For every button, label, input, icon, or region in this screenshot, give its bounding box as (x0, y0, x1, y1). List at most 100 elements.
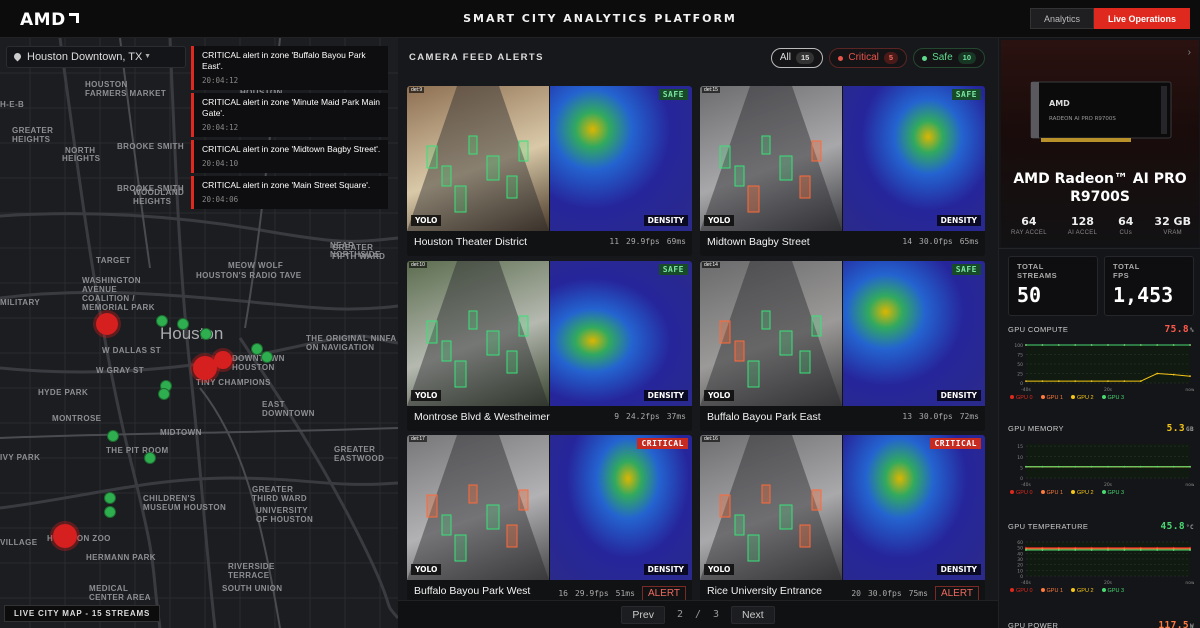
map-place-label: VILLAGE (0, 538, 38, 547)
view-tabs: Analytics Live Operations (1029, 8, 1190, 29)
map-marker-safe[interactable] (107, 430, 119, 442)
kpi-value: 50 (1017, 283, 1042, 307)
tab-live-operations[interactable]: Live Operations (1093, 8, 1190, 29)
kpi-label: TOTAL STREAMS (1017, 262, 1058, 280)
alert-time: 20:04:12 (202, 76, 239, 85)
gpu-name: AMD Radeon™ AI PRO R9700S (1013, 171, 1187, 205)
camera-density-view (843, 435, 985, 580)
series-point (1025, 549, 1027, 551)
detection-box (486, 330, 500, 356)
legend-item: GPU 0 (1010, 490, 1033, 496)
series-point (1074, 344, 1077, 346)
detection-box-alert (761, 484, 771, 504)
detection-box-alert (468, 484, 478, 504)
camera-card[interactable]: det:10 SAFE YOLO DENSITY Montrose Blvd & Wes… (407, 261, 692, 431)
next-page-button[interactable]: Next (731, 605, 775, 624)
series-point (1107, 549, 1109, 551)
camera-scene (407, 261, 549, 406)
camera-meta: Montrose Blvd & Westheimer 9 24.2fps 37ms (407, 406, 692, 431)
camera-yolo-view (700, 86, 842, 231)
series-point (1156, 344, 1159, 346)
map-place-label: MEDICAL CENTER AREA (89, 584, 151, 602)
map-marker-critical[interactable] (214, 351, 232, 369)
metric-unit: W (1189, 623, 1194, 628)
tab-analytics[interactable]: Analytics (1029, 8, 1094, 29)
alert-toast[interactable]: CRITICAL alert in zone 'Minute Maid Park… (191, 93, 388, 137)
camera-scene (407, 435, 549, 580)
camera-fps: 30.0fps (867, 589, 902, 598)
camera-id-label: det:9 (409, 87, 425, 93)
map-marker-safe[interactable] (177, 318, 189, 330)
divider (999, 248, 1200, 249)
y-tick-label: 25 (1017, 372, 1023, 378)
detection-box (747, 360, 760, 388)
map-marker-safe[interactable] (144, 452, 156, 464)
map-marker-safe[interactable] (156, 315, 168, 327)
alert-button[interactable]: ALERT (641, 586, 686, 601)
filter-critical[interactable]: Critical 5 (829, 48, 908, 68)
camera-fps: 29.9fps (626, 237, 660, 246)
camera-card[interactable]: det:15 SAFE YOLO DENSITY Midtown Bagby Stree… (700, 86, 985, 256)
camera-card[interactable]: det:14 SAFE YOLO DENSITY Buffalo Bayou Park … (700, 261, 985, 431)
map-marker-critical[interactable] (96, 313, 118, 335)
alert-toast[interactable]: CRITICAL alert in zone 'Main Street Squa… (191, 176, 388, 209)
filter-safe[interactable]: Safe 10 (913, 48, 985, 68)
series-point (1123, 380, 1126, 382)
y-tick-label: 10 (1017, 568, 1023, 574)
series-point (1025, 380, 1027, 382)
y-tick-label: 20 (1017, 563, 1023, 569)
alert-toast[interactable]: CRITICAL alert in zone 'Buffalo Bayou Pa… (191, 46, 388, 90)
series-point (1172, 373, 1175, 376)
series-point (1139, 380, 1142, 382)
metric-unit: % (1189, 327, 1194, 334)
camera-card[interactable]: det:16 CRITICAL YOLO DENSITY Rice University… (700, 435, 985, 605)
detection-box (426, 320, 438, 344)
metric-number: 117.5 (1158, 620, 1189, 628)
alert-toast[interactable]: CRITICAL alert in zone 'Midtown Bagby St… (191, 140, 388, 173)
location-selector[interactable]: Houston Downtown, TX ▼ (6, 46, 186, 68)
detection-box (761, 310, 771, 330)
map-place-label: WASHINGTON AVENUE COALITION / MEMORIAL P… (82, 276, 155, 312)
map-marker-safe[interactable] (104, 492, 116, 504)
map-marker-safe[interactable] (200, 328, 212, 340)
map-marker-critical[interactable] (53, 524, 77, 548)
yolo-tag: YOLO (704, 215, 735, 226)
camera-id-label: det:17 (409, 436, 427, 442)
map-place-label: Hermann Park (86, 553, 156, 562)
map-place-label: Houston's Radio Tave (196, 271, 302, 280)
series-point (1074, 549, 1077, 551)
metric-value: 117.5W (1158, 620, 1194, 628)
detection-box (779, 330, 793, 356)
filter-count: 15 (796, 52, 815, 64)
map-marker-safe[interactable] (261, 351, 273, 363)
filter-label: All (779, 52, 791, 63)
person-count: 9 (614, 412, 620, 421)
metric-value: 75.8% (1165, 324, 1195, 335)
spec-label: AI ACCEL (1067, 230, 1098, 236)
x-tick-label: now (1185, 483, 1194, 488)
metric-gpu_power: GPU POWER 117.5W (1008, 620, 1194, 628)
person-count: 16 (558, 589, 568, 598)
prev-page-button[interactable]: Prev (621, 605, 665, 624)
spec-value: 64 (1021, 215, 1037, 228)
legend-item: GPU 0 (1010, 395, 1033, 401)
detection-box-alert (426, 494, 438, 518)
metric-gpu_compute: GPU COMPUTE 75.8% 100 75 50 25 0 -40s 20s now GPU … (1008, 324, 1194, 401)
camera-latency: 72ms (959, 412, 979, 421)
camera-stats: 13 30.0fps 72ms (902, 412, 979, 421)
detection-box (811, 315, 822, 337)
map-marker-safe[interactable] (158, 388, 170, 400)
series-point (1156, 372, 1159, 375)
map-place-label: W Dallas St (102, 346, 162, 355)
map-place-label: Houston (160, 324, 224, 343)
y-tick-label: 15 (1017, 444, 1023, 450)
map-place-label: BROOKE SMITH (117, 142, 185, 151)
map-marker-safe[interactable] (104, 506, 116, 518)
camera-card[interactable]: det:17 CRITICAL YOLO DENSITY Buffalo Bayou P… (407, 435, 692, 605)
alert-button[interactable]: ALERT (934, 586, 979, 601)
status-badge: CRITICAL (637, 438, 688, 449)
camera-card[interactable]: det:9 SAFE YOLO DENSITY Houston Theater Dist… (407, 86, 692, 256)
filter-all[interactable]: All 15 (770, 48, 824, 68)
x-tick-label: 20s (1104, 580, 1113, 586)
city-map[interactable]: MEYERLANDZONEHouston Farmers MarketH-E-B… (0, 38, 398, 628)
